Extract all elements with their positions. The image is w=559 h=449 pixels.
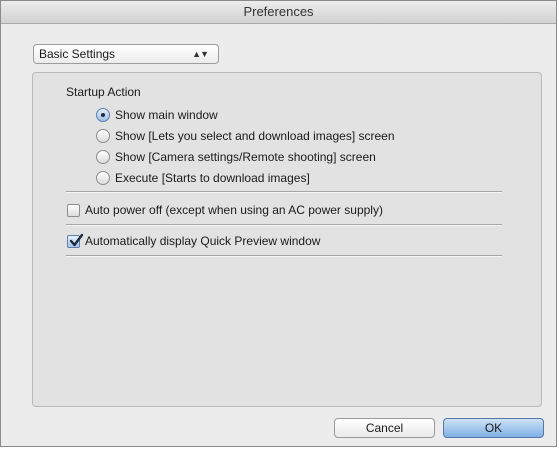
radio-label-execute-download[interactable]: Execute [Starts to download images] [115,171,310,185]
preferences-window: Preferences Basic Settings ▲▼ Startup Ac… [0,0,557,447]
startup-action-heading: Startup Action [66,85,141,99]
window-title: Preferences [1,1,556,24]
quick-preview-label[interactable]: Automatically display Quick Preview wind… [85,234,320,248]
radio-label-show-camera-settings[interactable]: Show [Camera settings/Remote shooting] s… [115,150,376,164]
checkmark-icon [69,233,84,247]
radio-show-select-download[interactable] [96,129,110,143]
cancel-button[interactable]: Cancel [334,418,435,438]
auto-power-off-checkbox[interactable] [67,204,80,217]
quick-preview-checkbox[interactable] [67,233,84,248]
radio-show-main-window[interactable] [96,108,110,122]
ok-button[interactable]: OK [443,418,544,438]
separator [66,191,502,193]
radio-execute-download[interactable] [96,171,110,185]
radio-show-camera-settings[interactable] [96,150,110,164]
radio-label-show-select-download[interactable]: Show [Lets you select and download image… [115,129,395,143]
radio-label-show-main-window[interactable]: Show main window [115,108,218,122]
popup-arrows-icon: ▲▼ [192,49,209,59]
auto-power-off-label[interactable]: Auto power off (except when using an AC … [85,203,383,217]
separator [66,224,502,226]
separator [66,255,502,257]
popup-selected-label: Basic Settings [39,47,116,61]
settings-category-popup[interactable]: Basic Settings ▲▼ [33,44,219,64]
